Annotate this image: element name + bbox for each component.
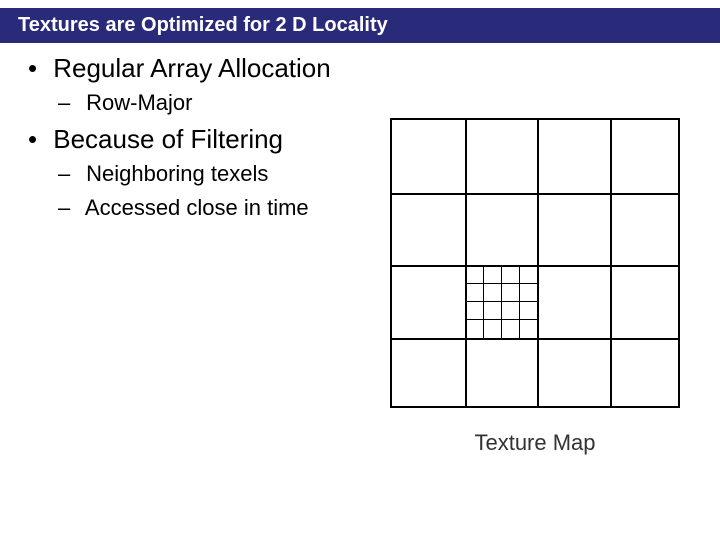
bullet-text: Because of Filtering [53, 124, 283, 154]
grid-box [390, 118, 680, 408]
bullet-text: Row-Major [86, 90, 192, 115]
diagram-caption: Texture Map [390, 430, 680, 456]
texture-map-diagram: Texture Map [390, 118, 680, 456]
bullet-text: Accessed close in time [85, 195, 309, 220]
slide-title: Textures are Optimized for 2 D Locality [0, 8, 720, 43]
bullet-dot-icon: • [28, 124, 46, 155]
bullet-level1: • Regular Array Allocation [28, 53, 700, 84]
bullet-text: Regular Array Allocation [53, 53, 330, 83]
bullet-dash-icon: – [58, 195, 80, 221]
bullet-dot-icon: • [28, 53, 46, 84]
bullet-level2: – Row-Major [58, 90, 700, 116]
bullet-dash-icon: – [58, 161, 80, 187]
bullet-text: Neighboring texels [86, 161, 268, 186]
bullet-dash-icon: – [58, 90, 80, 116]
